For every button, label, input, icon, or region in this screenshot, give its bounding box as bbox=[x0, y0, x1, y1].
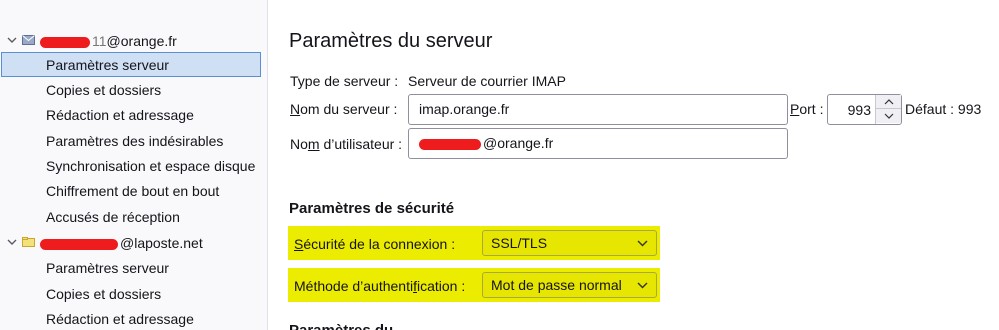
redacted-username bbox=[40, 238, 118, 250]
label-text: écurité de la connexion : bbox=[303, 236, 456, 252]
sidebar-item-server-settings[interactable]: Paramètres serveur bbox=[46, 54, 169, 76]
label-text: Méthode d’authenti bbox=[294, 278, 414, 294]
access-key: S bbox=[294, 236, 304, 252]
dropdown-value: Mot de passe normal bbox=[491, 277, 622, 293]
account-tree-sidebar: 11@orange.fr Paramètres serveur Copies e… bbox=[0, 0, 268, 330]
label-text: om du serveur : bbox=[300, 101, 398, 117]
auth-method-dropdown[interactable]: Mot de passe normal bbox=[482, 272, 657, 298]
sidebar-item-server-settings[interactable]: Paramètres serveur bbox=[46, 257, 169, 279]
account-name: @laposte.net bbox=[40, 235, 203, 251]
connection-security-label: Sécurité de la connexion : bbox=[294, 236, 455, 252]
server-type-value: Serveur de courrier IMAP bbox=[408, 73, 566, 89]
server-name-input[interactable]: imap.orange.fr bbox=[408, 94, 788, 125]
port-label: Port : bbox=[790, 101, 823, 117]
mail-folder-icon bbox=[22, 237, 35, 247]
label-text: No bbox=[290, 136, 308, 152]
label-text: ication : bbox=[416, 278, 466, 294]
server-name-label: Nom du serveur : bbox=[290, 101, 397, 117]
chevron-down-icon bbox=[884, 113, 893, 119]
port-default-text: Défaut : 993 bbox=[905, 101, 982, 117]
sidebar-item-sync-disk[interactable]: Synchronisation et espace disque bbox=[46, 155, 255, 177]
connection-security-dropdown[interactable]: SSL/TLS bbox=[482, 230, 657, 256]
sidebar-item-copies-folders[interactable]: Copies et dossiers bbox=[46, 283, 161, 305]
port-value: 993 bbox=[847, 102, 871, 118]
account-row-laposte[interactable]: @laposte.net bbox=[0, 231, 268, 255]
redacted-username bbox=[419, 138, 481, 150]
dropdown-value: SSL/TLS bbox=[491, 235, 548, 251]
next-section-title-partial: Paramètres du... bbox=[289, 322, 406, 330]
increment-button[interactable] bbox=[876, 95, 901, 109]
redacted-username bbox=[40, 36, 90, 48]
page-title: Paramètres du serveur bbox=[289, 30, 493, 52]
server-settings-panel: Paramètres du serveur Type de serveur : … bbox=[269, 0, 999, 330]
sidebar-item-e2e-encryption[interactable]: Chiffrement de bout en bout bbox=[46, 180, 219, 202]
chevron-down-icon[interactable] bbox=[6, 236, 18, 248]
username-label: Nom d’utilisateur : bbox=[290, 136, 402, 152]
server-type-label: Type de serveur : bbox=[290, 73, 399, 89]
auth-method-label: Méthode d’authentification : bbox=[294, 278, 465, 294]
sidebar-item-copies-folders[interactable]: Copies et dossiers bbox=[46, 79, 161, 101]
username-input[interactable]: @orange.fr bbox=[408, 128, 788, 159]
sidebar-item-composition[interactable]: Rédaction et adressage bbox=[46, 308, 194, 330]
chevron-up-icon bbox=[884, 98, 893, 104]
sidebar-item-return-receipts[interactable]: Accusés de réception bbox=[46, 206, 180, 228]
mail-envelope-icon bbox=[22, 35, 35, 45]
access-key: P bbox=[790, 101, 800, 117]
chevron-down-icon bbox=[637, 282, 648, 289]
label-text: ort : bbox=[799, 101, 824, 117]
username-domain: @orange.fr bbox=[483, 135, 554, 151]
account-domain: @orange.fr bbox=[106, 33, 177, 49]
access-key: N bbox=[290, 101, 301, 117]
chevron-down-icon[interactable] bbox=[6, 34, 18, 46]
access-key: m bbox=[307, 136, 320, 152]
port-stepper[interactable]: 993 bbox=[827, 94, 902, 125]
account-name: 11@orange.fr bbox=[40, 33, 177, 49]
label-text: d’utilisateur : bbox=[319, 136, 403, 152]
port-spinner bbox=[875, 95, 901, 124]
security-section-title: Paramètres de sécurité bbox=[289, 200, 455, 217]
decrement-button[interactable] bbox=[876, 109, 901, 123]
chevron-down-icon bbox=[637, 240, 648, 247]
account-domain: @laposte.net bbox=[120, 235, 203, 251]
sidebar-item-composition[interactable]: Rédaction et adressage bbox=[46, 104, 194, 126]
account-row-orange[interactable]: 11@orange.fr bbox=[0, 29, 268, 53]
sidebar-item-junk-settings[interactable]: Paramètres des indésirables bbox=[46, 130, 223, 152]
